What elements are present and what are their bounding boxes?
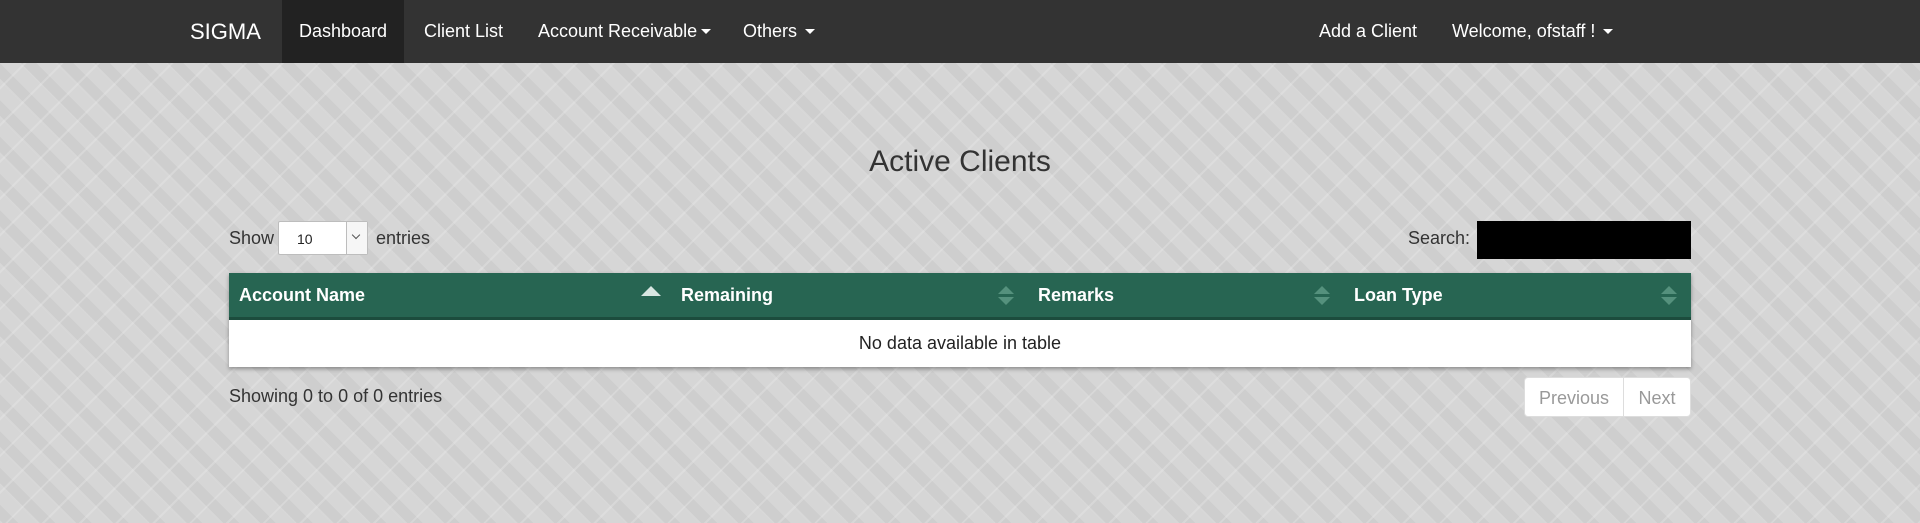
column-header-remarks[interactable]: Remarks: [1028, 273, 1344, 317]
nav-client-list-label: Client List: [424, 21, 504, 41]
caret-down-icon: [1603, 28, 1614, 34]
previous-page-button[interactable]: Previous: [1524, 377, 1624, 417]
sort-icon: [1314, 286, 1330, 306]
nav-account-receivable-label: Account Receivable: [538, 21, 698, 41]
nav-dashboard[interactable]: Dashboard: [282, 0, 404, 63]
select-arrow: [346, 222, 367, 254]
brand-logo[interactable]: SIGMA: [190, 0, 261, 63]
column-header-label: Remaining: [681, 285, 774, 305]
column-header-label: Account Name: [239, 285, 366, 305]
table-empty-row: No data available in table: [229, 320, 1691, 367]
page-title: Active Clients: [869, 145, 1051, 178]
length-suffix-label: entries: [376, 228, 431, 248]
search-input[interactable]: [1477, 221, 1691, 259]
sort-ascending-icon: [641, 286, 661, 296]
table-header-row: Account Name Remaining Remarks Loan Type: [229, 273, 1691, 320]
nav-client-list[interactable]: Client List: [424, 0, 503, 63]
caret-down-icon: [805, 28, 816, 34]
sort-icon: [1661, 286, 1677, 306]
entries-per-page-select[interactable]: 10: [278, 221, 368, 255]
nav-dashboard-label: Dashboard: [298, 21, 388, 41]
search-label: Search:: [1408, 228, 1471, 248]
table-info: Showing 0 to 0 of 0 entries: [229, 386, 443, 406]
nav-user-menu-label: Welcome, ofstaff !: [1452, 21, 1596, 41]
chevron-down-icon: [351, 230, 361, 240]
nav-others-label: Others: [743, 21, 798, 41]
nav-others-dropdown[interactable]: Others: [743, 0, 816, 63]
nav-user-menu-dropdown[interactable]: Welcome, ofstaff !: [1452, 0, 1614, 63]
column-header-label: Remarks: [1038, 285, 1115, 305]
entries-per-page-value: 10: [297, 231, 313, 247]
top-navbar: SIGMA Dashboard Client List Account Rece…: [0, 0, 1920, 63]
clients-table: Account Name Remaining Remarks Loan Type…: [229, 273, 1691, 367]
column-header-label: Loan Type: [1354, 285, 1443, 305]
length-prefix-label: Show: [229, 228, 275, 248]
nav-account-receivable-dropdown[interactable]: Account Receivable: [538, 0, 712, 63]
column-header-remaining[interactable]: Remaining: [671, 273, 1028, 317]
nav-add-client[interactable]: Add a Client: [1319, 0, 1417, 63]
caret-down-icon: [701, 28, 712, 34]
column-header-loan-type[interactable]: Loan Type: [1344, 273, 1691, 317]
empty-message: No data available in table: [858, 333, 1062, 353]
column-header-account-name[interactable]: Account Name: [229, 273, 671, 317]
next-page-button[interactable]: Next: [1623, 377, 1691, 417]
sort-icon: [998, 286, 1014, 306]
nav-add-client-label: Add a Client: [1319, 21, 1418, 41]
